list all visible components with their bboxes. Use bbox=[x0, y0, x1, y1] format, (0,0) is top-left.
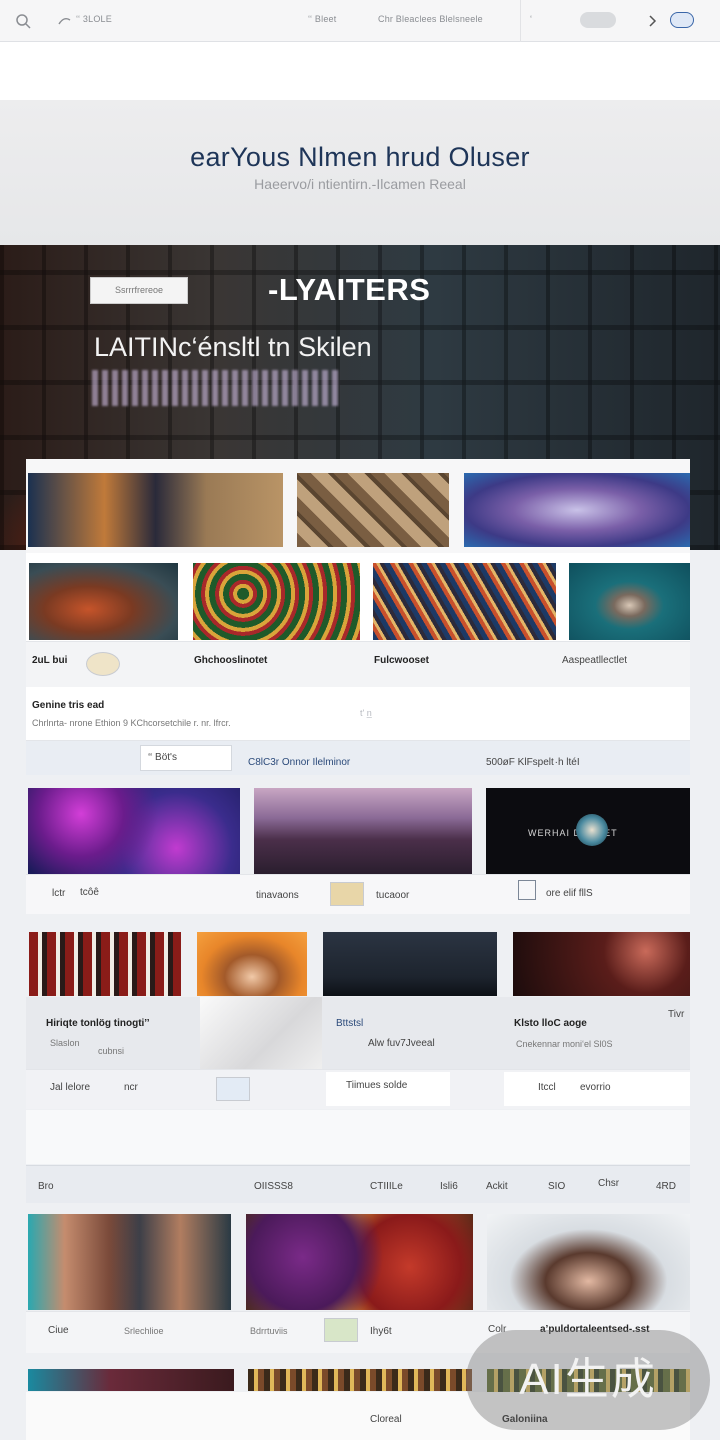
detail-title-1: Hiriqte tonlög tinogti’’ bbox=[46, 1018, 150, 1029]
hero-title: -LYAITERS bbox=[268, 272, 431, 307]
grid-label-3[interactable]: Fulcwooset bbox=[374, 655, 429, 666]
strip-label-c[interactable]: Tiimues solde bbox=[346, 1080, 407, 1091]
section-footer-sub: Chrlnrta- nrone Ethion 9 KChcorsetchile … bbox=[32, 718, 231, 728]
strip-label-b[interactable]: ncr bbox=[124, 1082, 138, 1093]
grid-label-2[interactable]: Ghchooslinotet bbox=[194, 655, 267, 666]
grid-image-5[interactable] bbox=[28, 788, 240, 874]
grid-image-1[interactable] bbox=[29, 563, 178, 640]
price-text: 500øF KlFspelt ·h ltéI bbox=[486, 757, 580, 768]
list-header-col-2[interactable]: OIISSS8 bbox=[254, 1181, 293, 1192]
grid-label-13b[interactable]: Srlechlioe bbox=[124, 1326, 164, 1336]
grid-image-12[interactable] bbox=[200, 997, 322, 1069]
grid-image-15-portrait[interactable] bbox=[487, 1214, 690, 1310]
page-title: earYous Nlmen hrud Oluser bbox=[190, 142, 530, 172]
browser-toolbar: ‘‘ 3LOLE ‘‘ Bleet Chr Bleaclees Blelsnee… bbox=[0, 0, 720, 42]
detail-sub-1b: cubnsi bbox=[98, 1046, 125, 1056]
grid-label-7[interactable]: ore elif fllS bbox=[546, 888, 593, 899]
detail-sub-3: Cnekennar moni‘el Sl0S bbox=[516, 1039, 613, 1049]
thumb-icon-4[interactable] bbox=[324, 1318, 358, 1342]
feature-image-1[interactable] bbox=[28, 473, 283, 547]
grid-label-17[interactable]: Cloreal bbox=[370, 1414, 402, 1425]
toolbar-label-mid: ‘‘ Bleet bbox=[308, 14, 337, 24]
grid-image-11[interactable] bbox=[513, 932, 690, 996]
grid-label-6b[interactable]: tucaoor bbox=[376, 890, 409, 901]
toolbar-label: ‘‘ 3LOLE bbox=[76, 14, 112, 24]
detail-sub-1a: Slaslon bbox=[50, 1038, 80, 1048]
grid-image-17[interactable] bbox=[248, 1369, 472, 1391]
list-header-col-3[interactable]: CTIIILe bbox=[370, 1181, 403, 1192]
strip-label-e[interactable]: evorrio bbox=[580, 1082, 611, 1093]
grid-image-8[interactable] bbox=[29, 932, 181, 996]
toolbar-label-right: ‘ bbox=[530, 14, 533, 24]
list-header-col-8[interactable]: 4RD bbox=[656, 1181, 676, 1192]
grid-label-4[interactable]: Aaspeatllectlet bbox=[562, 655, 627, 666]
detail-title-3: Klsto lloC aoge bbox=[514, 1018, 587, 1029]
divider bbox=[520, 0, 521, 42]
grid-label-14a[interactable]: Bdrrtuviis bbox=[250, 1326, 288, 1336]
hero-button[interactable]: Ssrrrfrereoe bbox=[90, 277, 188, 304]
grid-image-10[interactable] bbox=[323, 932, 497, 996]
detail-tag[interactable]: Bttstsl bbox=[336, 1018, 363, 1029]
thumb-icon-2[interactable] bbox=[330, 882, 364, 906]
grid-image-13-portrait[interactable] bbox=[28, 1214, 231, 1310]
grid-label-13a[interactable]: Ciue bbox=[48, 1325, 69, 1336]
chevron-icon[interactable] bbox=[644, 12, 662, 30]
grid-image-16[interactable] bbox=[28, 1369, 234, 1391]
toolbar-label-mid2: Chr Bleaclees Blelsneele bbox=[378, 14, 483, 24]
strip-label-a[interactable]: Jal lelore bbox=[50, 1082, 90, 1093]
list-header-col-5[interactable]: Ackit bbox=[486, 1181, 508, 1192]
strip-label-d[interactable]: Itccl bbox=[538, 1082, 556, 1093]
ghost-row bbox=[26, 1110, 690, 1164]
list-header-col-6[interactable]: SIO bbox=[548, 1181, 565, 1192]
page-subtitle: Haeervo/i ntientirn.-Ilcamen Reeal bbox=[254, 176, 466, 192]
thumb-icon[interactable] bbox=[86, 652, 120, 676]
grid-image-3[interactable] bbox=[373, 563, 556, 640]
hero-tagline: LAITINc‘énsltl tn Skilen bbox=[94, 332, 372, 362]
ai-generated-watermark: AI生成 bbox=[466, 1330, 710, 1430]
thumb-icon-3[interactable] bbox=[216, 1077, 250, 1101]
logo-icon bbox=[576, 814, 608, 846]
detail-sub-2: Alw fuv7Jveeal bbox=[368, 1038, 435, 1049]
grid-label-5b[interactable]: tcôê bbox=[80, 887, 99, 898]
list-header-col-4[interactable]: Isli6 bbox=[440, 1181, 458, 1192]
account-badge[interactable] bbox=[670, 12, 694, 28]
list-header-col-7[interactable]: Chsr bbox=[598, 1178, 619, 1189]
feature-image-2[interactable] bbox=[297, 473, 449, 547]
grid-label-1[interactable]: 2uL bui bbox=[32, 655, 67, 666]
list-header bbox=[26, 1165, 690, 1203]
spacer-band bbox=[0, 42, 720, 100]
grid-image-6[interactable] bbox=[254, 788, 472, 874]
ghost-text: t' n̲ bbox=[360, 708, 372, 718]
document-icon[interactable] bbox=[518, 880, 536, 900]
link-text[interactable]: C8lC3r Onnor Ilelminor bbox=[248, 757, 350, 768]
action-strip bbox=[26, 740, 690, 775]
section-footer-title: Genine tris ead bbox=[32, 700, 105, 711]
hero-blurred-text bbox=[92, 370, 342, 406]
search-icon[interactable] bbox=[14, 12, 32, 30]
grid-image-9-portrait[interactable] bbox=[197, 932, 307, 996]
grid-label-6[interactable]: tinavaons bbox=[256, 890, 299, 901]
grid-label-14b[interactable]: Ihy6t bbox=[370, 1326, 392, 1337]
feature-image-3[interactable] bbox=[464, 473, 690, 547]
list-header-col-1[interactable]: Bro bbox=[38, 1181, 54, 1192]
grid-image-2[interactable] bbox=[193, 563, 360, 640]
grid-label-5a[interactable]: lctr bbox=[52, 888, 65, 899]
detail-tag-3: Tivr bbox=[668, 1009, 685, 1020]
small-button-label: ‘‘ Böt's bbox=[148, 752, 177, 763]
toggle-pill[interactable] bbox=[580, 12, 616, 28]
grid-image-4-portrait[interactable] bbox=[569, 563, 690, 640]
grid-image-14[interactable] bbox=[246, 1214, 473, 1310]
link-icon[interactable] bbox=[56, 12, 74, 30]
